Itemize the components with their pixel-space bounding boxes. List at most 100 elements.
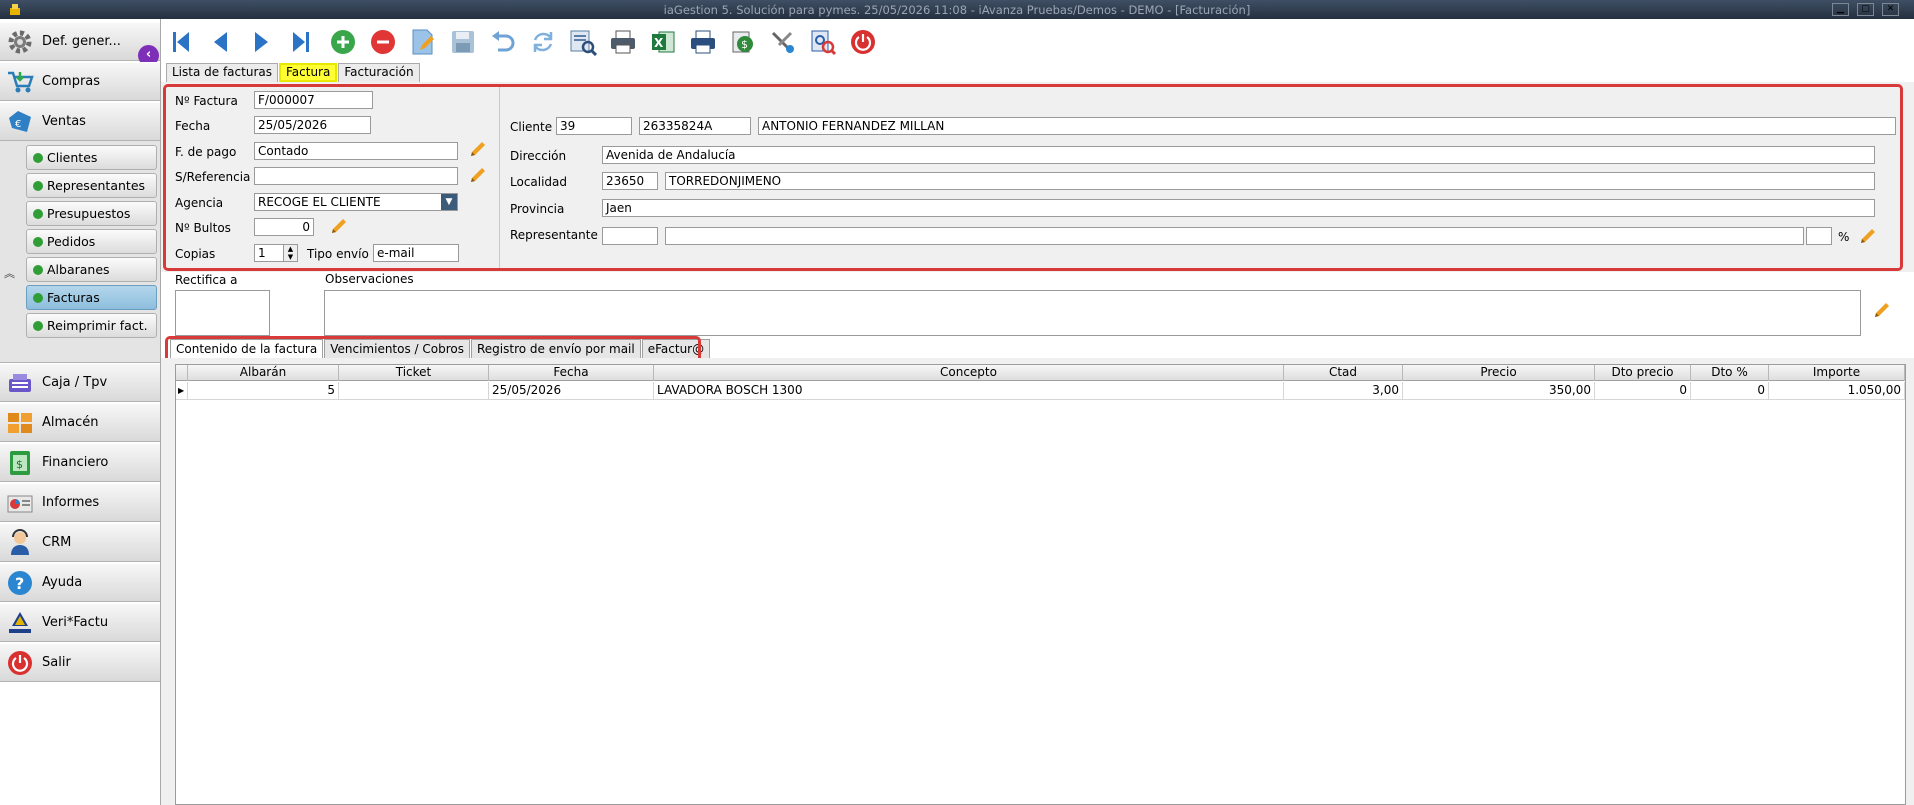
rectifica-input[interactable] bbox=[175, 290, 270, 336]
crm-person-icon bbox=[6, 528, 34, 557]
tab-lista-de-facturas[interactable]: Lista de facturas bbox=[166, 63, 278, 82]
nav-def-generales[interactable]: Def. gener... bbox=[0, 22, 160, 61]
nav-label: Informes bbox=[42, 495, 100, 510]
settings-search-icon[interactable] bbox=[808, 27, 838, 57]
prev-record-icon[interactable] bbox=[206, 27, 236, 57]
nav-label: Salir bbox=[42, 655, 71, 670]
invoice-money-icon[interactable]: $ bbox=[728, 27, 758, 57]
invoice-lines-table: Albarán Ticket Fecha Concepto Ctad Preci… bbox=[175, 364, 1906, 805]
col-albaran[interactable]: Albarán bbox=[188, 365, 339, 381]
subnav-presupuestos[interactable]: Presupuestos bbox=[26, 201, 157, 226]
subnav-label: Facturas bbox=[47, 290, 100, 305]
main-toolbar: X $ bbox=[161, 19, 1914, 63]
printer-alt-icon[interactable] bbox=[688, 27, 718, 57]
col-precio[interactable]: Precio bbox=[1403, 365, 1595, 381]
table-row[interactable]: ▶ 5 25/05/2026 LAVADORA BOSCH 1300 3,00 … bbox=[176, 382, 1905, 400]
double-chevron-up-icon[interactable]: ︽ bbox=[4, 265, 15, 281]
close-window-button[interactable]: ✕ bbox=[1882, 3, 1899, 16]
print-icon[interactable] bbox=[608, 27, 638, 57]
status-dot-icon bbox=[33, 208, 43, 219]
nav-label: Ayuda bbox=[42, 575, 83, 590]
warehouse-icon bbox=[6, 409, 34, 437]
svg-text:?: ? bbox=[15, 574, 24, 593]
nav-crm[interactable]: CRM bbox=[0, 523, 160, 562]
col-ctad[interactable]: Ctad bbox=[1284, 365, 1403, 381]
status-dot-icon bbox=[33, 264, 43, 275]
nav-label: CRM bbox=[42, 535, 72, 550]
subnav-clientes[interactable]: Clientes bbox=[26, 145, 157, 170]
minimize-button[interactable]: ▁ bbox=[1832, 3, 1849, 16]
subnav-reimprimir-fact[interactable]: Reimprimir fact. bbox=[26, 313, 157, 338]
first-record-icon[interactable] bbox=[166, 27, 196, 57]
exit-power-icon[interactable] bbox=[848, 27, 878, 57]
cash-register-icon bbox=[6, 369, 34, 397]
cell-ctad[interactable]: 3,00 bbox=[1284, 382, 1403, 400]
search-list-icon[interactable] bbox=[568, 27, 598, 57]
observaciones-label: Observaciones bbox=[325, 272, 414, 286]
nav-label: Caja / Tpv bbox=[42, 375, 108, 390]
nav-ayuda[interactable]: ? Ayuda bbox=[0, 563, 160, 602]
subnav-facturas[interactable]: Facturas bbox=[26, 285, 157, 310]
subnav-albaranes[interactable]: Albaranes bbox=[26, 257, 157, 282]
tools-icon[interactable] bbox=[768, 27, 798, 57]
col-dto-precio[interactable]: Dto precio bbox=[1595, 365, 1691, 381]
col-dto-pct[interactable]: Dto % bbox=[1691, 365, 1769, 381]
col-ticket[interactable]: Ticket bbox=[339, 365, 489, 381]
nav-informes[interactable]: Informes bbox=[0, 483, 160, 522]
cell-precio[interactable]: 350,00 bbox=[1403, 382, 1595, 400]
last-record-icon[interactable] bbox=[286, 27, 316, 57]
next-record-icon[interactable] bbox=[246, 27, 276, 57]
sales-icon: € bbox=[6, 108, 34, 136]
nav-almacen[interactable]: Almacén bbox=[0, 403, 160, 442]
nav-financiero[interactable]: $ Financiero bbox=[0, 443, 160, 482]
excel-icon[interactable]: X bbox=[648, 27, 678, 57]
status-dot-icon bbox=[33, 180, 43, 191]
money-icon: $ bbox=[6, 449, 34, 477]
help-icon: ? bbox=[6, 569, 34, 597]
highlight-box-header bbox=[163, 84, 1903, 271]
row-indicator-header bbox=[176, 365, 188, 381]
observaciones-textarea[interactable] bbox=[324, 290, 1861, 336]
nav-label: Ventas bbox=[42, 114, 86, 129]
nav-compras[interactable]: Compras bbox=[0, 62, 160, 101]
tab-facturacion[interactable]: Facturación bbox=[338, 63, 420, 82]
cell-concepto[interactable]: LAVADORA BOSCH 1300 bbox=[654, 382, 1284, 400]
tab-factura[interactable]: Factura bbox=[278, 63, 338, 82]
edit-icon[interactable] bbox=[408, 27, 438, 57]
cell-albaran[interactable]: 5 bbox=[188, 382, 339, 400]
edit-observaciones-pencil-icon[interactable] bbox=[1873, 301, 1891, 319]
cell-fecha[interactable]: 25/05/2026 bbox=[489, 382, 654, 400]
current-row-arrow-icon: ▶ bbox=[176, 382, 188, 400]
verifactu-icon bbox=[6, 609, 34, 637]
subnav-label: Representantes bbox=[47, 178, 146, 193]
delete-icon[interactable] bbox=[368, 27, 398, 57]
ventas-submenu: ︽ Clientes Representantes Presupuestos P… bbox=[0, 141, 160, 363]
nav-caja-tpv[interactable]: Caja / Tpv bbox=[0, 363, 160, 402]
svg-text:$: $ bbox=[741, 38, 748, 51]
maximize-button[interactable]: ▢ bbox=[1857, 3, 1874, 16]
refresh-icon[interactable] bbox=[528, 27, 558, 57]
nav-label: Veri*Factu bbox=[42, 615, 109, 630]
subnav-label: Pedidos bbox=[47, 234, 96, 249]
cell-ticket[interactable] bbox=[339, 382, 489, 400]
col-concepto[interactable]: Concepto bbox=[654, 365, 1284, 381]
undo-icon[interactable] bbox=[488, 27, 518, 57]
subnav-label: Albaranes bbox=[47, 262, 110, 277]
add-icon[interactable] bbox=[328, 27, 358, 57]
col-importe[interactable]: Importe bbox=[1769, 365, 1905, 381]
nav-label: Def. gener... bbox=[42, 34, 121, 49]
col-fecha[interactable]: Fecha bbox=[489, 365, 654, 381]
nav-ventas[interactable]: € Ventas bbox=[0, 102, 160, 141]
status-dot-icon bbox=[33, 320, 43, 331]
cell-dto-precio[interactable]: 0 bbox=[1595, 382, 1691, 400]
subnav-pedidos[interactable]: Pedidos bbox=[26, 229, 157, 254]
subnav-representantes[interactable]: Representantes bbox=[26, 173, 157, 198]
cell-importe[interactable]: 1.050,00 bbox=[1769, 382, 1905, 400]
cell-dto-pct[interactable]: 0 bbox=[1691, 382, 1769, 400]
document-tabs: Lista de facturas Factura Facturación bbox=[166, 63, 421, 82]
rectifica-label: Rectifica a bbox=[175, 273, 238, 287]
subnav-label: Presupuestos bbox=[47, 206, 131, 221]
nav-verifactu[interactable]: Veri*Factu bbox=[0, 603, 160, 642]
save-icon[interactable] bbox=[448, 27, 478, 57]
nav-salir[interactable]: Salir bbox=[0, 643, 160, 682]
